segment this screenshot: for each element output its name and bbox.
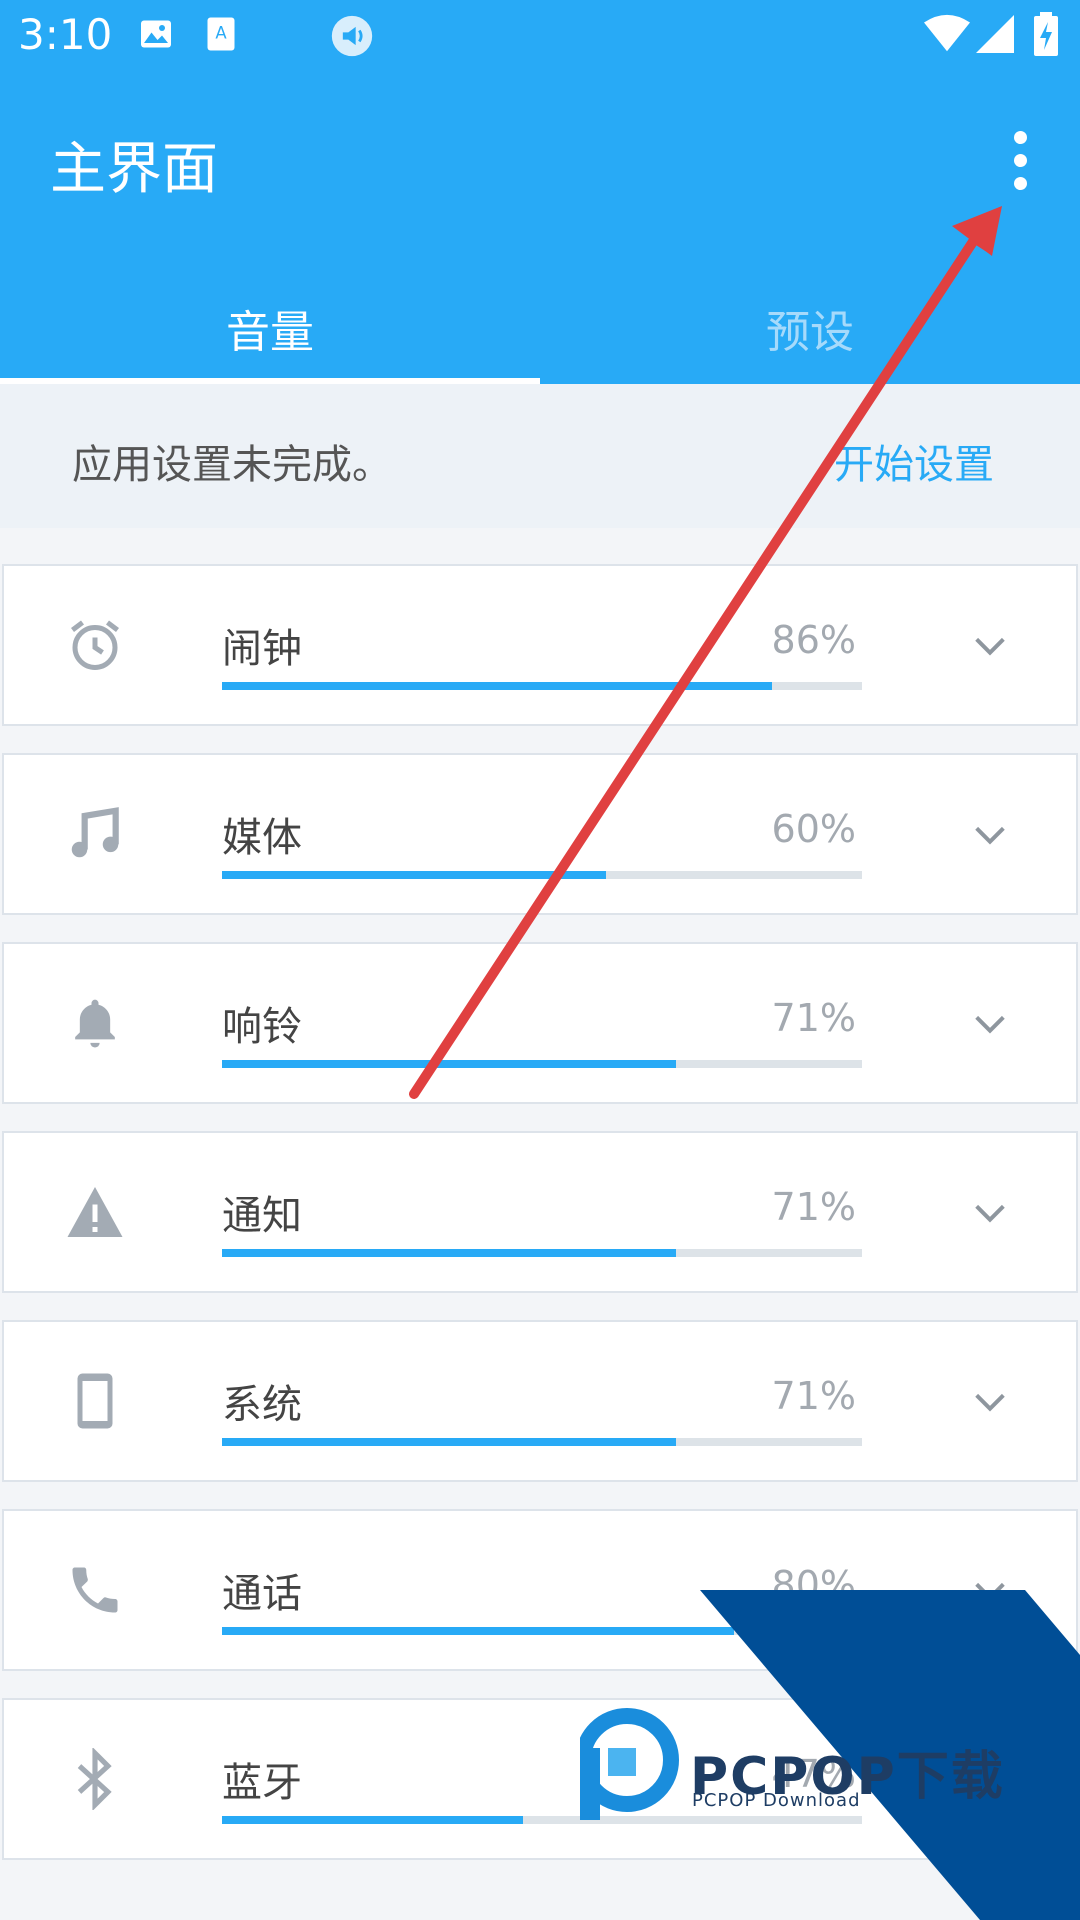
volume-notification-icon — [331, 15, 373, 57]
volume-slider-fill — [222, 1249, 677, 1257]
volume-label: 闹钟 — [222, 626, 302, 672]
volume-slider[interactable] — [222, 1249, 862, 1257]
volume-card[interactable]: 响铃 71% — [2, 942, 1078, 1104]
volume-slider[interactable] — [222, 871, 862, 879]
volume-percent: 86% — [771, 618, 856, 662]
volume-slider[interactable] — [222, 1060, 862, 1068]
more-vert-icon — [1013, 130, 1027, 144]
volume-label: 蓝牙 — [222, 1760, 302, 1806]
alarm-clock-icon — [62, 612, 128, 678]
page-title: 主界面 — [50, 137, 218, 202]
bluetooth-icon — [62, 1746, 128, 1812]
warning-icon — [62, 1179, 128, 1245]
volume-label: 通话 — [222, 1571, 302, 1617]
wifi-icon — [924, 14, 970, 52]
setup-notice: 应用设置未完成。 开始设置 — [0, 384, 1080, 528]
volume-slider-fill — [222, 1060, 677, 1068]
overflow-menu-button[interactable] — [990, 120, 1050, 200]
chevron-down-icon[interactable] — [970, 815, 1010, 855]
volume-label: 媒体 — [222, 815, 302, 861]
volume-label: 响铃 — [222, 1004, 302, 1050]
chevron-down-icon[interactable] — [970, 1193, 1010, 1233]
chevron-down-icon[interactable] — [970, 1004, 1010, 1044]
battery-charging-icon — [1034, 12, 1058, 56]
volume-percent: 60% — [771, 807, 856, 851]
setup-notice-text: 应用设置未完成。 — [72, 442, 392, 488]
volume-slider-fill — [222, 682, 773, 690]
svg-text:A: A — [215, 24, 227, 43]
cell-signal-icon — [976, 15, 1014, 53]
volume-slider-fill — [222, 1816, 523, 1824]
status-time: 3:10 — [18, 10, 113, 59]
volume-slider-fill — [222, 1438, 677, 1446]
bell-icon — [62, 990, 128, 1056]
tab-presets[interactable]: 预设 — [540, 272, 1080, 384]
volume-label: 通知 — [222, 1193, 302, 1239]
volume-card[interactable]: 通知 71% — [2, 1131, 1078, 1293]
music-note-icon — [62, 801, 128, 867]
volume-slider-fill — [222, 871, 606, 879]
volume-percent: 71% — [771, 1185, 856, 1229]
volume-card[interactable]: 闹钟 86% — [2, 564, 1078, 726]
volume-percent: 71% — [771, 996, 856, 1040]
font-notification-icon: A — [207, 17, 235, 51]
watermark-subtitle: PCPOP Download — [692, 1790, 861, 1811]
chevron-down-icon[interactable] — [970, 1382, 1010, 1422]
volume-card[interactable]: 媒体 60% — [2, 753, 1078, 915]
start-setup-button[interactable]: 开始设置 — [834, 432, 994, 490]
tab-volume[interactable]: 音量 — [0, 272, 540, 384]
volume-card[interactable]: 系统 71% — [2, 1320, 1078, 1482]
chevron-down-icon[interactable] — [970, 626, 1010, 666]
volume-label: 系统 — [222, 1382, 302, 1428]
image-notification-icon — [141, 20, 171, 48]
status-bar: 3:10 A — [0, 0, 1080, 72]
phone-device-icon — [62, 1368, 128, 1434]
volume-slider[interactable] — [222, 1438, 862, 1446]
call-icon — [62, 1557, 128, 1623]
volume-slider[interactable] — [222, 682, 862, 690]
volume-percent: 71% — [771, 1374, 856, 1418]
app-bar: 主界面 音量 预设 — [0, 72, 1080, 384]
